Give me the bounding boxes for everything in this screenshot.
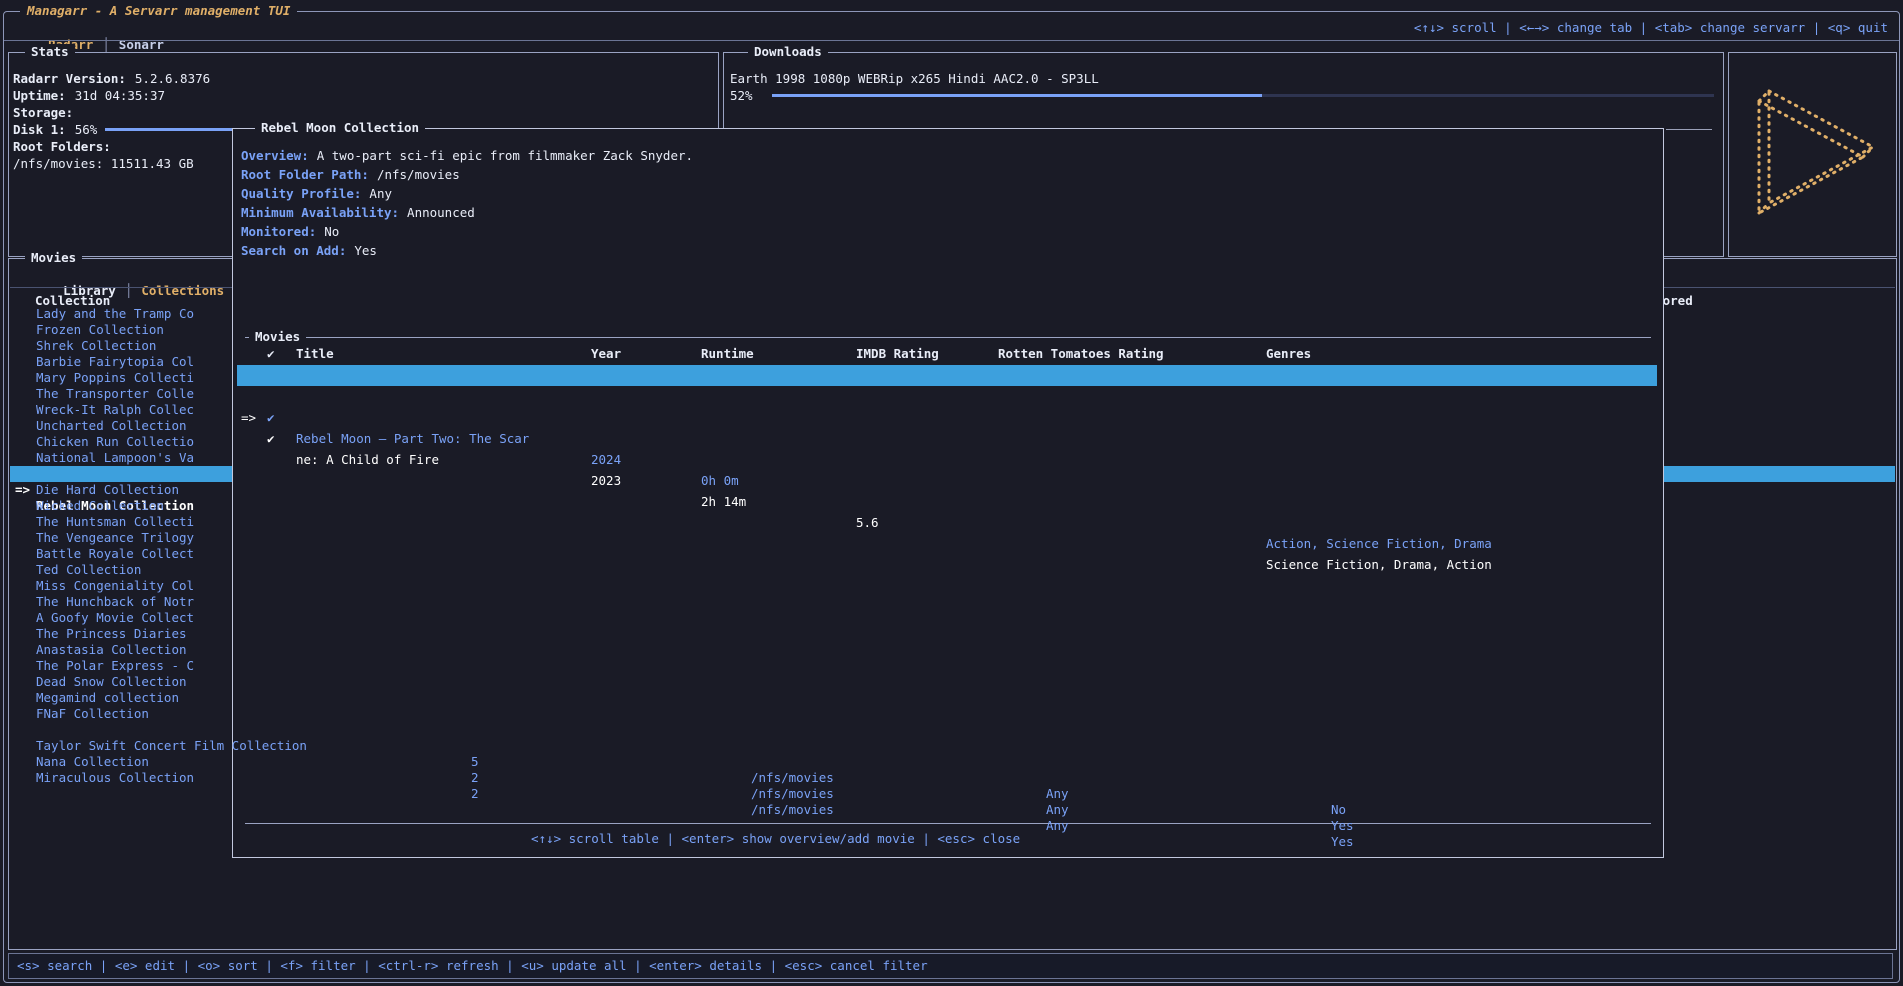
cell-monitored: Yes xyxy=(1331,818,1354,834)
column-header-rt: Rotten Tomatoes Rating xyxy=(998,345,1164,362)
cell-genres: Action, Science Fiction, Drama xyxy=(1266,533,1492,554)
stats-panel-title: Stats xyxy=(25,44,75,59)
top-divider xyxy=(4,40,1899,41)
column-header-imdb: IMDB Rating xyxy=(856,345,939,362)
column-header-check: ✔ xyxy=(267,345,275,362)
stats-version-line: Radarr Version:5.2.6.8376 xyxy=(13,70,210,87)
cell-quality-profile: Any xyxy=(1046,802,1069,818)
popup-movies-header: ✔ Title Year Runtime IMDB Rating Rotten … xyxy=(233,345,1663,362)
cell-year: 2023 xyxy=(591,470,621,491)
cell-root-folder: /nfs/movies xyxy=(751,786,834,802)
cell-runtime: 0h 0m xyxy=(701,470,739,491)
popup-field-root-folder: Root Folder Path:/nfs/movies xyxy=(241,166,460,183)
stats-rootfolder-line: /nfs/movies: 11511.43 GB xyxy=(13,155,194,172)
popup-field-search-on-add: Search on Add:Yes xyxy=(241,242,377,259)
bottom-keybindings-bar: <s> search | <e> edit | <o> sort | <f> f… xyxy=(8,953,1893,979)
popup-field-min-availability: Minimum Availability:Announced xyxy=(241,204,475,221)
popup-title: Rebel Moon Collection xyxy=(255,120,425,135)
top-keybindings: <↑↓> scroll | <←→> change tab | <tab> ch… xyxy=(1414,19,1888,36)
cell-genres: Science Fiction, Drama, Action xyxy=(1266,554,1492,575)
logo-panel xyxy=(1728,52,1897,257)
popup-field-quality-profile: Quality Profile:Any xyxy=(241,185,392,202)
column-header-year: Year xyxy=(591,345,621,362)
column-header-title: Title xyxy=(296,345,334,362)
popup-keybindings: <↑↓> scroll table | <enter> show overvie… xyxy=(531,830,1020,847)
list-item[interactable]: Taylor Swift Concert Film Collection 5 /… xyxy=(10,722,1895,738)
popup-field-monitored: Monitored:No xyxy=(241,223,339,240)
column-header-runtime: Runtime xyxy=(701,345,754,362)
check-icon: ✔ xyxy=(267,407,275,428)
stats-uptime-line: Uptime:31d 04:35:37 xyxy=(13,87,165,104)
downloads-panel-title: Downloads xyxy=(748,44,828,59)
movies-table-bottom-border xyxy=(245,823,1651,824)
cell-title: ne: A Child of Fire xyxy=(296,449,439,470)
selection-arrow: => xyxy=(241,407,256,428)
stats-disk-line: Disk 1:56% xyxy=(13,121,97,138)
movies-tab-bar: Library│Collections│ xyxy=(18,265,250,282)
cell-title: Rebel Moon — Part Two: The Scar xyxy=(296,428,529,449)
download-gauge-2-fragment xyxy=(1666,129,1712,130)
download-item-percent: 52% xyxy=(730,87,753,104)
stats-storage-label: Storage: xyxy=(13,104,73,121)
movies-table-top-border xyxy=(245,337,1651,338)
movie-row[interactable]: ✔ Rebel Moon — Part Two: The Scar 2024 0… xyxy=(233,386,1663,407)
cell-movie-count: 2 xyxy=(471,770,479,786)
check-icon: ✔ xyxy=(267,428,275,449)
movie-row-selected[interactable]: => ✔ ne: A Child of Fire 2023 2h 14m 5.6… xyxy=(233,365,1663,386)
download-progress-gauge xyxy=(772,94,1714,97)
popup-field-overview: Overview:A two-part sci-fi epic from fil… xyxy=(241,147,693,164)
managarr-logo-icon xyxy=(1745,77,1877,227)
cell-quality-profile: Any xyxy=(1046,786,1069,802)
download-item-name: Earth 1998 1080p WEBRip x265 Hindi AAC2.… xyxy=(730,70,1099,87)
cell-year: 2024 xyxy=(591,449,621,470)
selection-highlight xyxy=(237,365,1657,386)
list-item[interactable]: Nana Collection 2 /nfs/movies Any Yes xyxy=(10,738,1895,754)
app-title: Managarr - A Servarr management TUI xyxy=(20,3,297,18)
cell-root-folder: /nfs/movies xyxy=(751,802,834,818)
cell-runtime: 2h 14m xyxy=(701,491,746,512)
column-header-genres: Genres xyxy=(1266,345,1311,362)
cell-root-folder: /nfs/movies xyxy=(751,770,834,786)
movies-panel-title: Movies xyxy=(25,250,82,265)
cell-imdb: 5.6 xyxy=(856,512,879,533)
servarr-tab-bar: Radarr│Sonarr xyxy=(18,19,164,36)
app-root: Managarr - A Servarr management TUI Rada… xyxy=(0,0,1903,986)
cell-quality-profile: Any xyxy=(1046,818,1069,834)
popup-movies-title: Movies xyxy=(249,329,306,344)
list-item[interactable]: Miraculous Collection 2 /nfs/movies Any … xyxy=(10,754,1895,770)
cell-monitored: Yes xyxy=(1331,834,1354,850)
cell-movie-count: 2 xyxy=(471,786,479,802)
stats-rootfolders-label: Root Folders: xyxy=(13,138,111,155)
cell-monitored: No xyxy=(1331,802,1346,818)
